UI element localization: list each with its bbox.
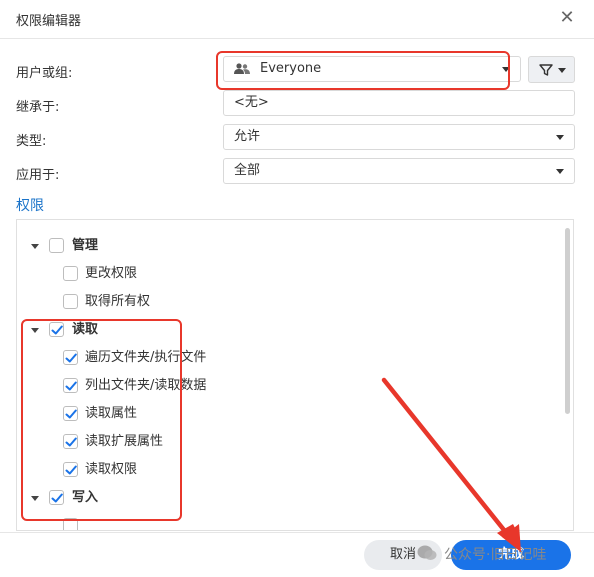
- arrow-annotation: [381, 377, 521, 552]
